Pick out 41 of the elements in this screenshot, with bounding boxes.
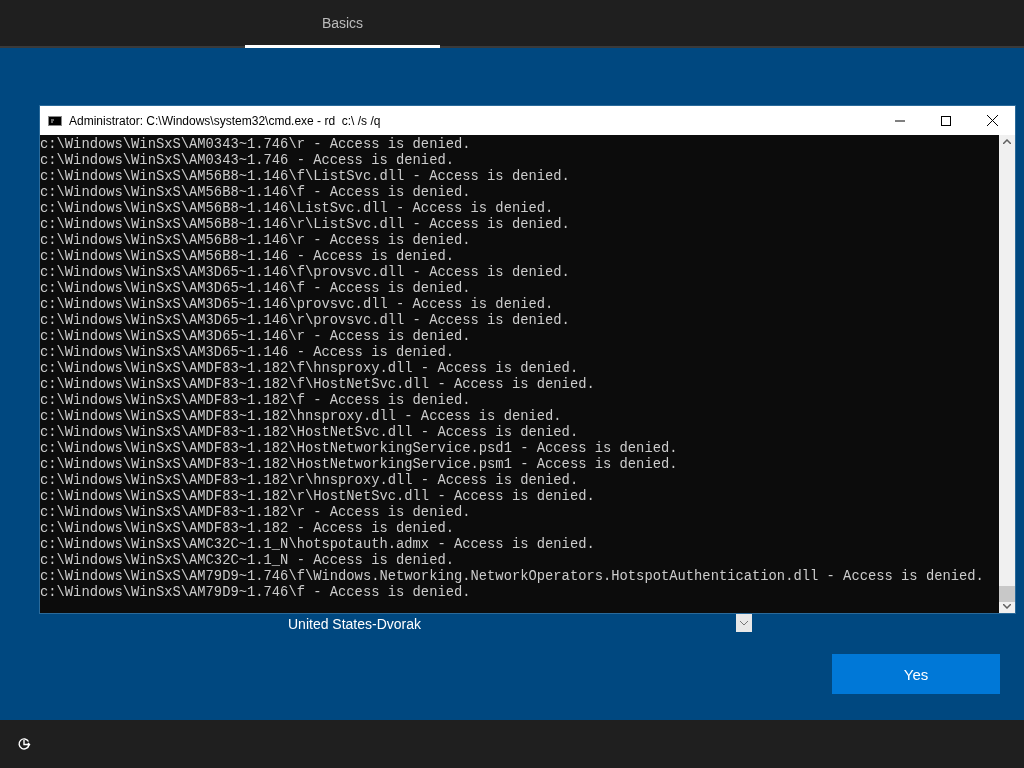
console-line: c:\Windows\WinSxS\AMC32C~1.1_N\hotspotauth.admx - Access is denied. [40, 537, 595, 553]
console-line: c:\Windows\WinSxS\AMDF83~1.182\HostNetworkingService.psd1 - Access is denied. [40, 441, 678, 457]
console-line: c:\Windows\WinSxS\AM56B8~1.146\r\ListSvc.dll - Access is denied. [40, 217, 570, 233]
console-line: c:\Windows\WinSxS\AMDF83~1.182\r\HostNetSvc.dll - Access is denied. [40, 489, 595, 505]
console-line: c:\Windows\WinSxS\AM3D65~1.146 - Access is denied. [40, 345, 454, 361]
command-prompt-icon [48, 115, 62, 126]
console-line: c:\Windows\WinSxS\AM56B8~1.146\r - Access is denied. [40, 233, 471, 249]
console-line: c:\Windows\WinSxS\AM3D65~1.146\provsvc.dll - Access is denied. [40, 297, 554, 313]
console-line: c:\Windows\WinSxS\AMDF83~1.182\f\hnsproxy.dll - Access is denied. [40, 361, 579, 377]
console-line: c:\Windows\WinSxS\AMC32C~1.1_N - Access is denied. [40, 553, 454, 569]
console-line: c:\Windows\WinSxS\AMDF83~1.182\HostNetSvc.dll - Access is denied. [40, 425, 579, 441]
console-line: c:\Windows\WinSxS\AM56B8~1.146\f - Access is denied. [40, 185, 471, 201]
dropdown-button[interactable] [736, 614, 752, 632]
yes-button[interactable]: Yes [832, 654, 1000, 694]
console-line: c:\Windows\WinSxS\AMDF83~1.182\f - Access is denied. [40, 393, 471, 409]
console-line: c:\Windows\WinSxS\AMDF83~1.182 - Access is denied. [40, 521, 454, 537]
console-line: c:\Windows\WinSxS\AM0343~1.746 - Access is denied. [40, 153, 454, 169]
console-line: c:\Windows\WinSxS\AMDF83~1.182\f\HostNetSvc.dll - Access is denied. [40, 377, 595, 393]
window-title: Administrator: C:\Windows\system32\cmd.exe - rd c:\ /s /q [69, 113, 382, 128]
chevron-down-icon [740, 620, 748, 626]
scrollbar-thumb[interactable] [999, 586, 1015, 602]
keyboard-layout-text: United States-Dvorak [288, 616, 422, 632]
console-line: c:\Windows\WinSxS\AMDF83~1.182\hnsproxy.dll - Access is denied. [40, 409, 562, 425]
tab[interactable]: Basics [245, 0, 440, 48]
maximize-icon [941, 115, 951, 126]
console-line: c:\Windows\WinSxS\AMDF83~1.182\r - Access is denied. [40, 505, 471, 521]
scrollbar[interactable] [999, 135, 1015, 613]
accessibility-icon[interactable] [17, 737, 31, 751]
console-line: c:\Windows\WinSxS\AM79D9~1.746\f - Access is denied. [40, 585, 471, 601]
console-line: c:\Windows\WinSxS\AMDF83~1.182\r\hnsproxy.dll - Access is denied. [40, 473, 579, 489]
console-line: c:\Windows\WinSxS\AM56B8~1.146\ListSvc.dll - Access is denied. [40, 201, 554, 217]
console-line: c:\Windows\WinSxS\AM3D65~1.146\r\provsvc.dll - Access is denied. [40, 313, 570, 329]
console-line: c:\Windows\WinSxS\AMDF83~1.182\HostNetworkingService.psm1 - Access is denied. [40, 457, 678, 473]
console-line: c:\Windows\WinSxS\AM56B8~1.146\f\ListSvc.dll - Access is denied. [40, 169, 570, 185]
console-line: c:\Windows\WinSxS\AM79D9~1.746\f\Windows.Networking.NetworkOperators.HotspotAuthentication.dll - Access is denied. [40, 569, 984, 585]
console-line: c:\Windows\WinSxS\AM3D65~1.146\r - Access is denied. [40, 329, 471, 345]
console-line: c:\Windows\WinSxS\AM3D65~1.146\f\provsvc.dll - Access is denied. [40, 265, 570, 281]
console-line: c:\Windows\WinSxS\AM56B8~1.146 - Access is denied. [40, 249, 454, 265]
console-line: c:\Windows\WinSxS\AM3D65~1.146\f - Access is denied. [40, 281, 471, 297]
close-icon [986, 115, 998, 126]
console-line: c:\Windows\WinSxS\AM0343~1.746\r - Access is denied. [40, 137, 471, 153]
